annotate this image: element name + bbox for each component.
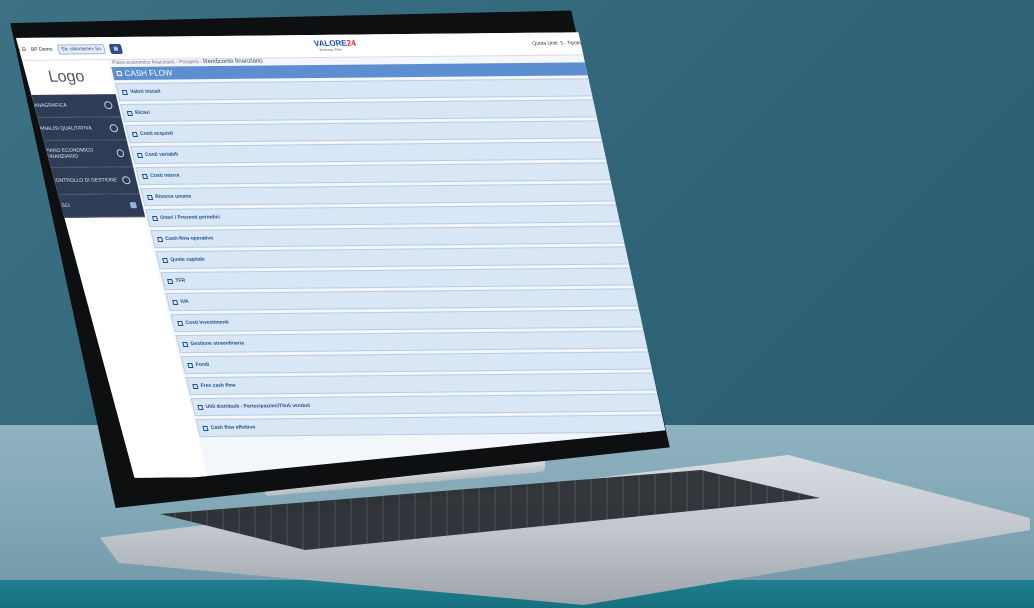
chevron-right-icon: › (623, 147, 628, 154)
logo: Logo (46, 68, 87, 86)
row-label: Costi investimenti (184, 319, 230, 326)
row-label: TFR (174, 277, 187, 284)
list-item[interactable]: Oneri / Proventi periodici › (145, 204, 650, 228)
breadcrumb-path[interactable]: Piano economico finanziario › Prospetti … (112, 59, 203, 66)
expand-icon (192, 383, 199, 389)
brand-subtitle: Business Plan (319, 47, 343, 52)
check-icon: ✓ (601, 62, 613, 72)
list-item[interactable]: Utili distribuiti - Partecipazioni/Titol… (190, 393, 666, 417)
brand-right: 24 (345, 38, 357, 48)
demo-label[interactable]: BP Demo (30, 47, 53, 53)
chevron-right-icon: › (663, 315, 668, 322)
expand-icon (182, 341, 189, 347)
expand-icon (177, 320, 184, 326)
section-title: CASH FLOW (123, 68, 174, 78)
app-menu-icon[interactable]: ▦ (108, 43, 124, 55)
chevron-right-icon: › (638, 210, 643, 217)
row-label: Free cash flow (200, 382, 237, 389)
chevron-right-icon: › (613, 105, 617, 112)
row-label: IVA (179, 298, 190, 305)
list-item[interactable]: Gestione straordinaria › (175, 330, 673, 354)
list-item[interactable]: Fondi › (180, 351, 678, 375)
expand-icon (161, 257, 169, 263)
sidebar-item-esci[interactable]: ESCI (49, 194, 146, 218)
list-item[interactable]: Quote capitale › (155, 246, 660, 270)
expand-icon (151, 215, 159, 221)
list-item[interactable]: Costi acquisti › (125, 120, 630, 144)
chevron-right-icon: › (618, 126, 622, 133)
info-icon (121, 176, 132, 185)
row-label: Gestione straordinaria (189, 340, 245, 347)
expand-icon (131, 131, 138, 137)
list-item[interactable]: Costi investimenti › (170, 309, 668, 333)
row-label: Ricavi (134, 109, 151, 116)
list-item[interactable]: Risorse umane › (140, 183, 645, 207)
expand-icon (172, 299, 179, 305)
chevron-right-icon: › (648, 252, 653, 259)
brand-logo: VALORE24 (313, 39, 357, 48)
brand-left: VALORE (312, 38, 348, 48)
sidebar-item-analisi-qualitativa[interactable]: ANALISI QUALITATIVA (31, 117, 127, 141)
list-item[interactable]: Cash flow effettivo› (195, 414, 666, 438)
row-label: Quote capitale (169, 256, 206, 263)
sidebar-item-label: ANAGRAFICA (33, 102, 68, 109)
badge-text: Dati certificati (604, 73, 616, 80)
row-label: Costi acquisti (139, 130, 174, 137)
expand-icon (126, 110, 133, 116)
list-item[interactable]: Cash-flow operativo › (150, 225, 655, 249)
expand-icon (146, 194, 153, 200)
chevron-right-icon: › (643, 231, 648, 238)
info-icon (103, 101, 114, 110)
main-content: Piano economico finanziario › Prospetti … (110, 55, 682, 477)
expand-icon (156, 236, 164, 242)
sidebar-item-label: CONTROLLO DI GESTIONE (51, 177, 118, 184)
project-tab-label: Stc (60, 46, 70, 53)
chevron-right-icon: › (653, 273, 658, 280)
user-info: Quota Uniti: 3 - Tipologia: Sportiva (531, 40, 610, 47)
chevron-right-icon: › (633, 189, 638, 196)
info-icon (108, 124, 119, 133)
row-label: Utili distribuiti - Partecipazioni/Titol… (205, 402, 311, 410)
row-label: Oneri / Proventi periodici (159, 214, 221, 221)
exit-icon (129, 202, 138, 209)
expand-icon (121, 89, 128, 95)
sidebar-item-controllo-gestione[interactable]: CONTROLLO DI GESTIONE (43, 167, 140, 195)
row-label: Costi interni (149, 172, 181, 179)
list-item[interactable]: Costi variabili › (130, 141, 635, 165)
expand-icon (197, 404, 204, 410)
project-tab[interactable]: Stc olikmtenex 5u (56, 44, 107, 55)
list-item[interactable]: Ricavi › (120, 99, 625, 123)
list-item[interactable]: Costi interni › (135, 162, 640, 186)
chevron-right-icon: › (608, 84, 612, 91)
list-item[interactable]: Free cash flow › (185, 372, 682, 396)
expand-icon (141, 173, 148, 179)
row-label: Cash flow effettivo (210, 424, 257, 431)
sidebar-item-label: PIANO ECONOMICO FINANZIARIO (44, 147, 95, 160)
row-label: Costi variabili (144, 151, 179, 158)
expand-icon (166, 278, 174, 284)
expand-icon (202, 425, 209, 431)
expand-icon (116, 70, 123, 77)
expand-icon (187, 362, 194, 368)
expand-icon (136, 152, 143, 158)
chevron-right-icon: › (658, 294, 663, 301)
chevron-right-icon: › (668, 336, 673, 343)
cashflow-list: Valori iniziali › Ricavi › Costi acquisti ›… (115, 78, 682, 438)
sidebar-item-label: ANALISI QUALITATIVA (39, 125, 93, 132)
list-item[interactable]: IVA › (165, 288, 666, 312)
row-label: Valori iniziali (129, 88, 162, 95)
certified-badge[interactable]: ✓ Dati certificati (598, 60, 621, 95)
sidebar-item-anagrafica[interactable]: ANAGRAFICA (25, 94, 122, 118)
breadcrumb-current: Rendiconto finanziario (202, 58, 264, 66)
sidebar-item-piano-economico[interactable]: PIANO ECONOMICO FINANZIARIO (36, 140, 134, 168)
list-item[interactable]: TFR › (160, 267, 665, 291)
row-label: Risorse umane (154, 193, 192, 200)
chevron-right-icon: › (674, 357, 678, 364)
row-label: Fondi (195, 361, 211, 368)
list-item[interactable]: Valori iniziali › (115, 78, 620, 102)
chevron-right-icon: › (628, 168, 633, 175)
chevron-right-icon: › (679, 378, 682, 385)
row-label: Cash-flow operativo (164, 235, 214, 242)
project-tab-sub: olikmtenex 5u (69, 46, 102, 53)
